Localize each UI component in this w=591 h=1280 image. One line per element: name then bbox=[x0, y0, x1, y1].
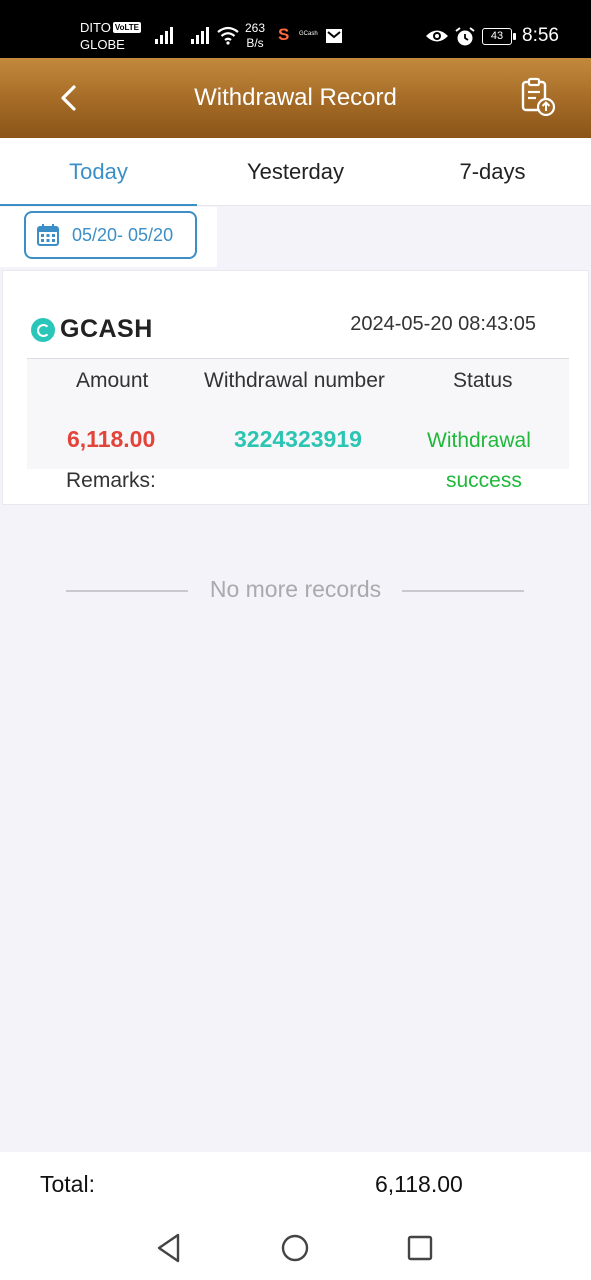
signal-icon bbox=[191, 27, 209, 44]
amount-value: 6,118.00 bbox=[67, 426, 156, 452]
divider-line bbox=[402, 590, 524, 592]
nav-recents-button[interactable] bbox=[402, 1230, 438, 1266]
tab-7-days[interactable]: 7-days bbox=[394, 138, 591, 205]
app-header: Withdrawal Record bbox=[0, 58, 591, 138]
signal-icon bbox=[155, 27, 173, 44]
date-range-label: 05/20- 05/20 bbox=[72, 224, 174, 245]
tab-today[interactable]: Today bbox=[0, 138, 197, 206]
total-value: 6,118.00 bbox=[375, 1171, 463, 1197]
record-details: Amount Withdrawal number Status 6,118.00… bbox=[27, 358, 569, 469]
clock: 8:56 bbox=[522, 25, 559, 46]
date-range-button[interactable]: 05/20- 05/20 bbox=[24, 211, 197, 259]
amount-header: Amount bbox=[76, 369, 149, 392]
gcash-icon bbox=[31, 317, 55, 342]
carrier-top: DITO bbox=[80, 20, 111, 35]
alarm-icon bbox=[455, 27, 475, 46]
carrier-bottom: GLOBE bbox=[80, 37, 125, 52]
date-filter-tabs: Today Yesterday 7-days bbox=[0, 138, 591, 206]
s-app-icon: S bbox=[278, 25, 290, 44]
withdrawal-number-value: 3224323919 bbox=[234, 426, 362, 452]
system-nav-bar bbox=[0, 1216, 591, 1280]
gcash-logo: GCASH bbox=[31, 315, 153, 344]
date-range-strip: 05/20- 05/20 bbox=[0, 207, 217, 267]
status-value-line2: success bbox=[446, 469, 522, 492]
no-more-records: No more records bbox=[0, 576, 591, 606]
status-header: Status bbox=[453, 369, 513, 392]
withdrawal-number-header: Withdrawal number bbox=[204, 369, 385, 392]
network-speed: 263 B/s bbox=[245, 21, 266, 50]
total-label: Total: bbox=[40, 1171, 95, 1197]
total-bar: Total: 6,118.00 bbox=[0, 1152, 591, 1216]
withdrawal-record-card[interactable]: GCASH 2024-05-20 08:43:05 Amount Withdra… bbox=[2, 270, 589, 505]
wifi-icon bbox=[217, 26, 239, 45]
remarks-label: Remarks: bbox=[66, 469, 156, 492]
status-value: Withdrawal bbox=[427, 429, 531, 452]
mail-icon bbox=[326, 29, 342, 43]
page-title: Withdrawal Record bbox=[194, 84, 397, 111]
tab-yesterday[interactable]: Yesterday bbox=[197, 138, 394, 205]
clipboard-upload-icon bbox=[521, 77, 556, 117]
record-datetime: 2024-05-20 08:43:05 bbox=[350, 313, 536, 335]
records-button[interactable] bbox=[514, 74, 560, 120]
carrier-info: DITO VoLTE GLOBE bbox=[80, 19, 141, 53]
gcash-notification-icon: GCash bbox=[299, 31, 318, 37]
nav-back-button[interactable] bbox=[151, 1230, 187, 1266]
calendar-icon bbox=[37, 224, 59, 246]
square-recents-icon bbox=[407, 1235, 433, 1261]
status-bar: DITO VoLTE GLOBE 263 B/s S GCash 43 8:56 bbox=[0, 0, 591, 58]
nav-home-button[interactable] bbox=[277, 1230, 313, 1266]
circle-home-icon bbox=[281, 1234, 309, 1262]
volte-badge: VoLTE bbox=[112, 22, 141, 33]
eye-icon bbox=[426, 30, 448, 42]
payment-method: GCASH bbox=[60, 315, 153, 343]
battery-icon: 43 bbox=[482, 28, 516, 45]
triangle-back-icon bbox=[157, 1233, 180, 1263]
